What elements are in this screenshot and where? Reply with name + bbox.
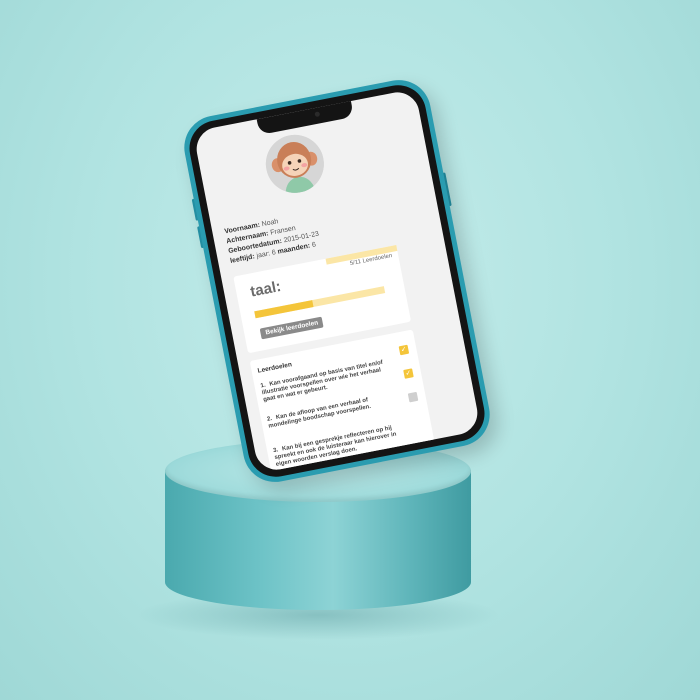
avatar [260, 129, 329, 198]
goals-title: Leerdoelen [257, 361, 293, 375]
age-months-value: 6 [311, 241, 317, 250]
camera-icon [314, 111, 321, 118]
age-years-label: jaar: [256, 250, 271, 260]
subject-title: taal: [248, 277, 283, 301]
show-goals-button[interactable]: Bekijk leerdoelen [259, 316, 325, 340]
goal-text: Kan de afloop van een verhaal of mondeli… [267, 397, 372, 430]
goal-checkbox-1b[interactable]: ✓ [403, 368, 414, 379]
goal-checkbox-2[interactable] [407, 391, 419, 403]
goal-checkbox-1[interactable]: ✓ [398, 344, 410, 356]
phone-mockup: Voornaam: Noah Achternaam: Fransen Geboo… [178, 74, 496, 488]
age-years-value: 6 [271, 249, 277, 257]
profile-info: Voornaam: Noah Achternaam: Fransen Geboo… [224, 210, 322, 267]
progress-bar-fill [254, 300, 314, 319]
monkey-avatar-icon [260, 129, 329, 198]
